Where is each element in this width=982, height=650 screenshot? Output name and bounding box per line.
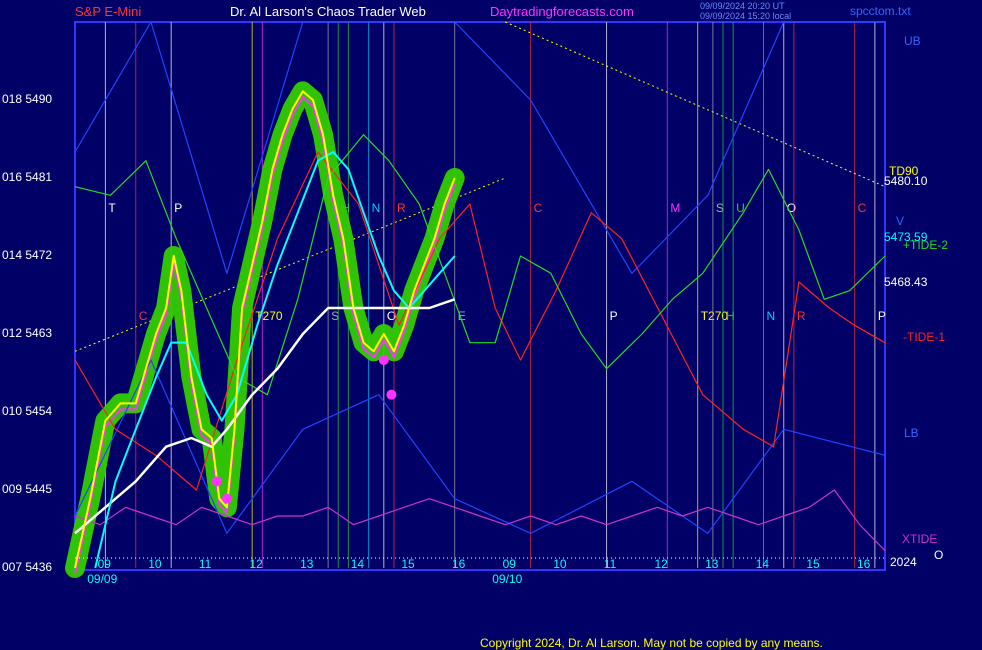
x-tick-label: 13 [300, 557, 314, 571]
year-label: 2024 [890, 555, 917, 569]
trendline [505, 21, 886, 188]
y-tick-label: 009 5445 [2, 482, 53, 496]
vertical-marker-label: P [610, 309, 618, 323]
data-file: spcctom.txt [850, 4, 911, 18]
v-label: V [896, 214, 905, 228]
y-tick-label: 018 5490 [2, 92, 53, 106]
vertical-marker-label: T270 [701, 309, 729, 323]
tide1-label: -TIDE-1 [903, 330, 945, 344]
x-tick-label: 16 [452, 557, 466, 571]
vertical-marker-label: C [858, 201, 867, 215]
x-tick-label: 10 [553, 557, 567, 571]
chart: TCPT270MSHUNORECPMT270SHUNORCP [65, 21, 886, 578]
vertical-marker-label: T [108, 201, 116, 215]
vertical-marker-label: C [534, 201, 543, 215]
x-tick-label: 15 [401, 557, 415, 571]
tide2-label: +TIDE-2 [903, 238, 949, 252]
low-dot [221, 493, 232, 504]
vertical-marker-label: C [139, 309, 148, 323]
x-tick-label: 12 [249, 557, 263, 571]
x-date-label: 09/10 [492, 572, 523, 586]
vertical-marker-label: M [670, 201, 680, 215]
x-tick-label: 09 [97, 557, 111, 571]
x-date-label: 09/09 [87, 572, 118, 586]
price-label-3: 5468.43 [884, 275, 928, 289]
vertical-marker-label: N [372, 201, 381, 215]
y-tick-label: 014 5472 [2, 248, 53, 262]
x-tick-label: 14 [350, 557, 365, 571]
x-tick-label: 14 [755, 557, 770, 571]
price-label-1: 5480.10 [884, 174, 928, 188]
x-tick-label: 09 [502, 557, 516, 571]
vertical-marker-label: R [397, 201, 406, 215]
x-tick-label: 15 [806, 557, 820, 571]
x-tick-label: 16 [857, 557, 871, 571]
vertical-marker-label: R [797, 309, 806, 323]
local-stamp: 09/09/2024 15:20 local [700, 11, 792, 21]
lb-label: LB [904, 426, 919, 440]
x-tick-label: 10 [148, 557, 162, 571]
y-tick-label: 007 5436 [2, 560, 53, 574]
low-dot [386, 389, 397, 400]
copyright: Copyright 2024, Dr. Al Larson. May not b… [480, 636, 823, 650]
y-tick-label: 016 5481 [2, 170, 53, 184]
x-tick-label: 13 [705, 557, 719, 571]
y-tick-label: 010 5454 [2, 404, 53, 418]
o-label: O [934, 548, 944, 562]
site-title: Dr. Al Larson's Chaos Trader Web [230, 4, 426, 19]
vertical-marker-label: P [174, 201, 182, 215]
x-tick-label: 11 [603, 557, 617, 571]
x-tick-label: 11 [198, 557, 212, 571]
price-volatility-band [65, 81, 465, 578]
ub-label: UB [904, 34, 921, 48]
low-dot [378, 355, 389, 365]
y-tick-label: 012 5463 [2, 326, 53, 340]
site-url[interactable]: Daytradingforecasts.com [490, 4, 634, 19]
instrument-label: S&P E-Mini [75, 4, 142, 19]
utc-stamp: 09/09/2024 20:20 UT [700, 1, 785, 11]
vertical-marker-label: N [767, 309, 776, 323]
vertical-marker-label: P [878, 309, 886, 323]
x-tick-label: 12 [654, 557, 668, 571]
low-dot [211, 476, 222, 487]
xtide-label: XTIDE [902, 532, 938, 546]
